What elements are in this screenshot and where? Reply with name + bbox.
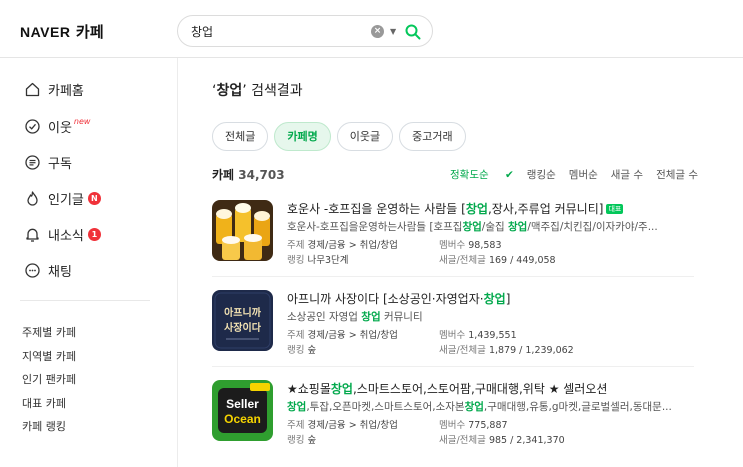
result-divider (212, 366, 694, 367)
caret-down-icon[interactable]: ▼ (390, 25, 396, 39)
new-badge: N (87, 191, 101, 205)
tab-secondhand[interactable]: 중고거래 (399, 122, 466, 151)
thumb-text-line2: 사장이다 (224, 321, 262, 334)
search-icon[interactable] (404, 23, 422, 41)
cafe-thumbnail[interactable]: Seller Ocean (212, 380, 273, 441)
result-item[interactable]: 아프니까 사장이다 아프니까 사장이다 [소상공인·자영업자·창업] 소상공인 … (212, 290, 694, 384)
home-icon (25, 82, 40, 96)
cafe-members: 멤버수 775,887 (439, 420, 508, 431)
sort-ranking[interactable]: 랭킹순 (527, 167, 556, 182)
top-header: NAVER 카페 × ▼ (0, 0, 743, 58)
clear-icon[interactable]: × (371, 25, 384, 38)
thumb-text-seller: Seller (226, 397, 259, 411)
cafe-thumbnail[interactable]: 아프니까 사장이다 (212, 290, 273, 351)
check-icon: ✔ (504, 169, 514, 181)
cafe-rank: 랭킹 나무3단계 (287, 255, 349, 266)
cafe-posts: 새글/전체글 985 / 2,341,370 (439, 435, 565, 446)
sort-options: 정확도순 ✔ 랭킹순 멤버순 새글 수 전체글 수 (450, 167, 698, 182)
sidebar-item-cafe-home[interactable]: 카페홈 (24, 79, 84, 99)
result-item[interactable]: 호운사 -호프집을 운영하는 사람들 [창업,장사,주류업 커뮤니티] 대표 호운… (212, 200, 694, 294)
featured-tag: 대표 (606, 204, 624, 214)
sort-total-posts[interactable]: 전체글 수 (656, 167, 698, 182)
cafe-description: 창업,투잡,오픈마켓,스마트스토어,소자본창업,구매대행,유통,g마켓,글로벌셀… (287, 401, 672, 413)
result-count: 카페 34,703 (212, 168, 285, 182)
cafe-members: 멤버수 98,583 (439, 240, 502, 251)
sort-new-posts[interactable]: 새글 수 (611, 167, 643, 182)
cafe-topic: 주제 경제/금융 > 취업/창업 (287, 420, 398, 431)
sidebar-item-chat[interactable]: 채팅 (24, 260, 72, 280)
tab-neighbor-posts[interactable]: 이웃글 (336, 122, 394, 151)
search-box: × ▼ (177, 15, 433, 47)
sidebar-link-cafe-ranking[interactable]: 카페 랭킹 (22, 418, 66, 434)
flame-icon (27, 190, 38, 206)
count-badge: 1 (87, 227, 101, 241)
cafe-name-link[interactable]: ★쇼핑몰창업,스마트스토어,스토어팜,구매대행,위탁 ★ 셀러오션 (287, 380, 687, 397)
cafe-rank: 랭킹 숲 (287, 345, 317, 356)
sidebar-item-neighbors[interactable]: 이웃 new (24, 116, 90, 136)
sidebar-link-fan-cafe[interactable]: 인기 팬카페 (22, 371, 76, 387)
search-input[interactable] (191, 23, 361, 40)
bell-icon (26, 228, 39, 242)
sidebar-item-popular[interactable]: 인기글 N (24, 188, 101, 208)
list-icon (25, 154, 40, 170)
cafe-rank: 랭킹 숲 (287, 435, 317, 446)
sidebar: 카페홈 이웃 new 구독 인기글 N 내소식 1 채팅 주제별 카페 지역별 … (0, 58, 178, 467)
result-divider (212, 276, 694, 277)
page-title: ‘창업’ 검색결과 (212, 83, 303, 99)
cafe-topic: 주제 경제/금융 > 취업/창업 (287, 240, 398, 251)
cafe-posts: 새글/전체글 1,879 / 1,239,062 (439, 345, 574, 356)
thumb-text-line1: 아프니까 (224, 306, 262, 319)
thumb-text-ocean: Ocean (224, 412, 261, 426)
result-tabs: 전체글 카페명 이웃글 중고거래 (212, 122, 472, 151)
chat-icon (25, 262, 40, 278)
check-badge-icon (25, 118, 40, 134)
sort-accuracy[interactable]: 정확도순 ✔ (450, 167, 514, 182)
search-keyword: 창업 (216, 83, 243, 99)
cafe-posts: 새글/전체글 169 / 449,058 (439, 255, 556, 266)
sidebar-link-topic-cafe[interactable]: 주제별 카페 (22, 324, 76, 340)
cafe-topic: 주제 경제/금융 > 취업/창업 (287, 330, 398, 341)
tab-all-posts[interactable]: 전체글 (212, 122, 269, 151)
sidebar-link-featured-cafe[interactable]: 대표 카페 (22, 395, 66, 411)
tab-cafe-name[interactable]: 카페명 (274, 122, 331, 151)
sidebar-divider (20, 300, 150, 301)
sidebar-item-subscribe[interactable]: 구독 (24, 152, 72, 172)
cafe-members: 멤버수 1,439,551 (439, 330, 517, 341)
result-item[interactable]: Seller Ocean ★쇼핑몰창업,스마트스토어,스토어팜,구매대행,위탁 … (212, 380, 694, 467)
cafe-description: 호운사-호프집을운영하는사람들 [호프집창업/술집 창업/맥주집/치킨집/이자카… (287, 221, 658, 233)
sidebar-item-my-news[interactable]: 내소식 1 (24, 224, 101, 244)
naver-cafe-logo[interactable]: NAVER 카페 (20, 21, 104, 42)
sidebar-link-region-cafe[interactable]: 지역별 카페 (22, 348, 76, 364)
new-mark: new (73, 116, 91, 126)
cafe-name-link[interactable]: 아프니까 사장이다 [소상공인·자영업자·창업] (287, 290, 687, 307)
cafe-description: 소상공인 자영업 창업 커뮤니티 (287, 311, 423, 323)
sort-members[interactable]: 멤버순 (569, 167, 598, 182)
cafe-name-link[interactable]: 호운사 -호프집을 운영하는 사람들 [창업,장사,주류업 커뮤니티] 대표 (287, 200, 687, 217)
cafe-thumbnail[interactable] (212, 200, 273, 261)
